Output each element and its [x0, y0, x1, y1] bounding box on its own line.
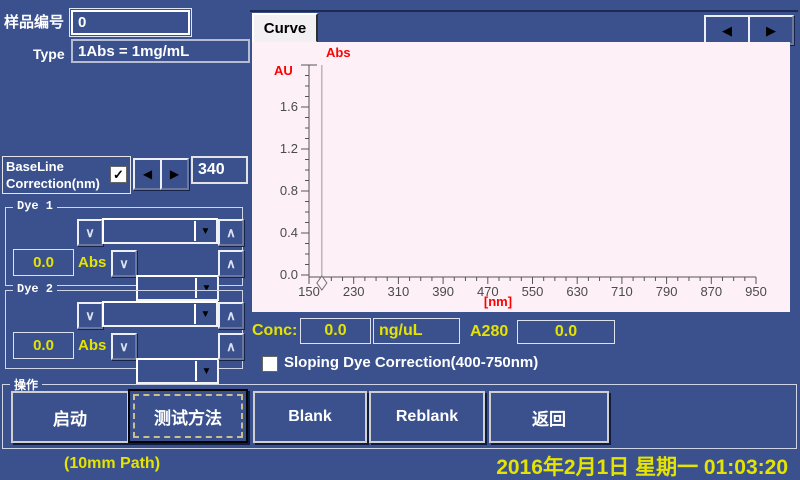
dye1-title: Dye 1 — [13, 199, 57, 213]
dropdown-icon: ▼ — [195, 361, 216, 381]
tab-curve[interactable]: Curve — [252, 13, 318, 43]
conc-label: Conc: — [252, 322, 297, 340]
dye1-abs-down-button[interactable]: ∨ — [111, 250, 137, 277]
spectrum-chart[interactable]: 0.00.40.81.21.61502303103904705506307107… — [252, 42, 790, 312]
conc-unit: ng/uL — [373, 318, 460, 344]
dropdown-icon: ▼ — [194, 304, 215, 324]
test-method-button[interactable]: 测试方法 — [128, 389, 248, 443]
baseline-increment-button[interactable]: ▶ — [160, 158, 189, 190]
reblank-button[interactable]: Reblank — [369, 391, 485, 443]
svg-text:0.4: 0.4 — [280, 225, 298, 240]
svg-text:150: 150 — [298, 284, 320, 299]
svg-text:1.6: 1.6 — [280, 99, 298, 114]
dye2-select[interactable]: ▼ — [102, 301, 218, 327]
down-icon: ∨ — [119, 340, 129, 353]
svg-text:[nm]: [nm] — [484, 294, 512, 309]
right-arrow-icon: ▶ — [766, 24, 776, 37]
dye1-wavelength-up-button[interactable]: ∧ — [218, 219, 244, 246]
svg-text:0.8: 0.8 — [280, 183, 298, 198]
dye1-abs-label: Abs — [78, 254, 106, 271]
up-icon: ∧ — [226, 226, 236, 239]
baseline-label-box: BaseLine Correction(nm) ✓ — [2, 156, 131, 194]
dye1-abs-value: 0.0 — [13, 249, 74, 276]
svg-text:0.0: 0.0 — [280, 267, 298, 282]
type-label: Type — [33, 46, 65, 62]
dye2-group: Dye 2 ∨ ▼ ∧ 0.0 Abs ∨ ▼ ∧ — [5, 290, 243, 369]
svg-text:Abs: Abs — [326, 45, 351, 60]
down-icon: ∨ — [85, 309, 95, 322]
right-arrow-icon: ▶ — [170, 168, 179, 180]
svg-text:550: 550 — [522, 284, 544, 299]
spectrophotometer-screen: 样品编号 0 Type 1Abs = 1mg/mL BaseLine Corre… — [0, 0, 800, 480]
dye1-abs-up-button[interactable]: ∧ — [218, 250, 244, 277]
sample-number-input[interactable]: 0 — [71, 10, 190, 35]
tab-scroll-right-button[interactable]: ▶ — [748, 15, 794, 45]
left-arrow-icon: ◀ — [143, 168, 152, 180]
svg-text:630: 630 — [566, 284, 588, 299]
up-icon: ∧ — [226, 257, 236, 270]
actions-group: 操作 启动 测试方法 Blank Reblank 返回 — [2, 384, 797, 449]
svg-text:390: 390 — [432, 284, 454, 299]
path-length-label: (10mm Path) — [64, 455, 160, 473]
left-arrow-icon: ◀ — [722, 24, 732, 37]
svg-text:1.2: 1.2 — [280, 141, 298, 156]
a280-label: A280 — [470, 323, 508, 341]
dye1-group: Dye 1 ∨ ▼ ∧ 0.0 Abs ∨ ▼ ∧ — [5, 207, 243, 286]
svg-text:710: 710 — [611, 284, 633, 299]
start-button[interactable]: 启动 — [11, 391, 129, 443]
datetime-label: 2016年2月1日 星期一 01:03:20 — [496, 451, 788, 480]
dropdown-icon: ▼ — [194, 221, 215, 241]
chart-panel: 0.00.40.81.21.61502303103904705506307107… — [252, 42, 790, 312]
up-icon: ∧ — [226, 340, 236, 353]
sloping-dye-checkbox[interactable] — [262, 356, 278, 372]
baseline-value-input[interactable]: 340 — [191, 156, 248, 184]
down-icon: ∨ — [119, 257, 129, 270]
dye2-abs-down-button[interactable]: ∨ — [111, 333, 137, 360]
conc-value: 0.0 — [300, 318, 371, 344]
svg-text:950: 950 — [745, 284, 767, 299]
type-input[interactable]: 1Abs = 1mg/mL — [71, 39, 250, 63]
baseline-decrement-button[interactable]: ◀ — [133, 158, 162, 190]
dye1-wavelength-down-button[interactable]: ∨ — [77, 219, 103, 246]
dye2-abs-up-button[interactable]: ∧ — [218, 333, 244, 360]
svg-text:870: 870 — [700, 284, 722, 299]
tab-scroll-left-button[interactable]: ◀ — [704, 15, 750, 45]
svg-text:310: 310 — [388, 284, 410, 299]
up-icon: ∧ — [226, 309, 236, 322]
a280-value: 0.0 — [517, 320, 615, 344]
dye2-wavelength-down-button[interactable]: ∨ — [77, 302, 103, 329]
sample-number-label: 样品编号 — [4, 11, 64, 32]
svg-text:AU: AU — [274, 63, 293, 78]
dye2-wavelength-up-button[interactable]: ∧ — [218, 302, 244, 329]
down-icon: ∨ — [85, 226, 95, 239]
baseline-checkbox[interactable]: ✓ — [110, 166, 127, 183]
sloping-dye-label: Sloping Dye Correction(400-750nm) — [284, 354, 538, 371]
dye2-abs-select[interactable]: ▼ — [136, 358, 219, 384]
dye2-title: Dye 2 — [13, 282, 57, 296]
tab-strip: Curve ◀ ▶ — [250, 10, 798, 44]
dye2-abs-value: 0.0 — [13, 332, 74, 359]
back-button[interactable]: 返回 — [489, 391, 609, 443]
dye1-select[interactable]: ▼ — [102, 218, 218, 244]
dye2-abs-label: Abs — [78, 337, 106, 354]
svg-text:790: 790 — [656, 284, 678, 299]
blank-button[interactable]: Blank — [253, 391, 367, 443]
svg-text:230: 230 — [343, 284, 365, 299]
